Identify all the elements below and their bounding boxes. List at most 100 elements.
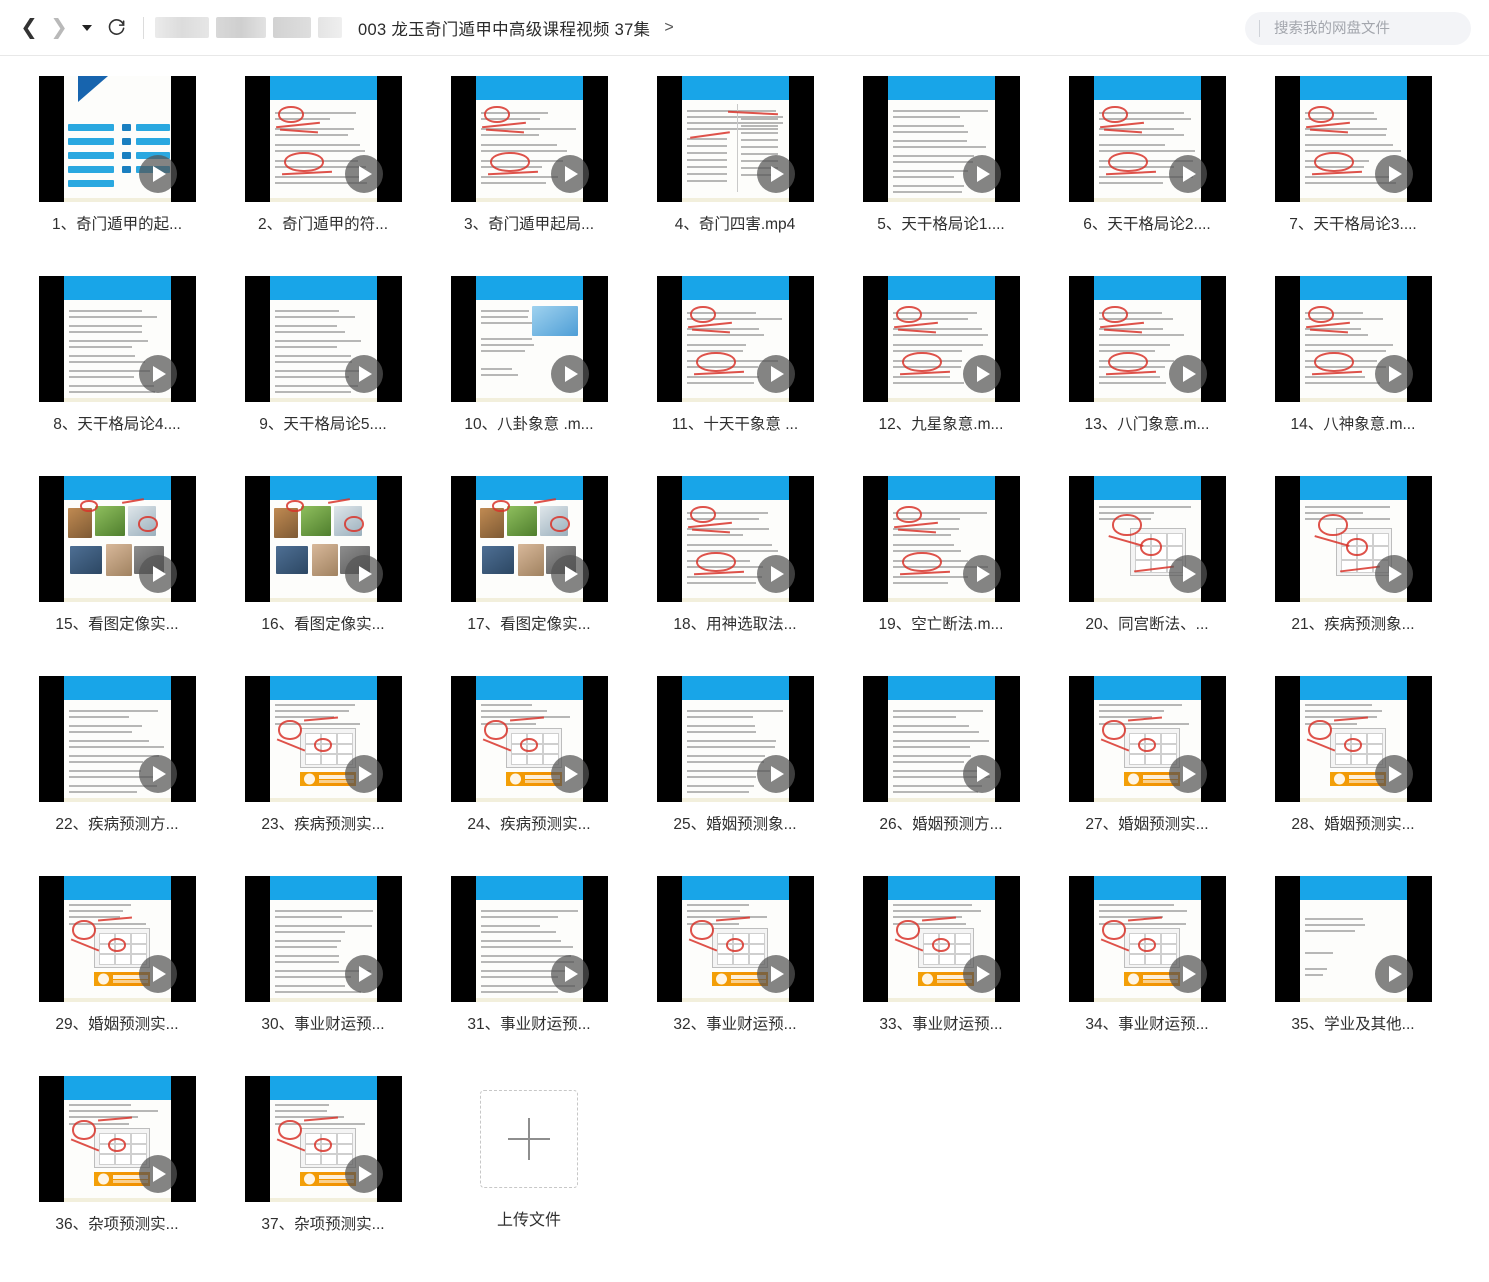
video-thumbnail[interactable] [245,1076,402,1202]
file-name-label[interactable]: 11、十天干象意 ... [647,414,823,436]
file-item[interactable]: 9、天干格局论5.... [220,270,426,470]
play-icon[interactable] [1375,155,1413,193]
play-icon[interactable] [139,155,177,193]
file-name-label[interactable]: 21、疾病预测象... [1265,614,1441,636]
file-name-label[interactable]: 23、疾病预测实... [235,814,411,836]
play-icon[interactable] [1169,555,1207,593]
play-icon[interactable] [551,555,589,593]
play-icon[interactable] [345,1155,383,1193]
play-icon[interactable] [757,755,795,793]
play-icon[interactable] [139,355,177,393]
search-input[interactable] [1272,20,1457,38]
file-item[interactable]: 30、事业财运预... [220,870,426,1070]
play-icon[interactable] [551,755,589,793]
file-item[interactable]: 6、天干格局论2.... [1044,70,1250,270]
file-name-label[interactable]: 28、婚姻预测实... [1265,814,1441,836]
search-box[interactable] [1245,12,1471,45]
file-name-label[interactable]: 10、八卦象意 .m... [441,414,617,436]
file-name-label[interactable]: 1、奇门遁甲的起... [29,214,205,236]
file-name-label[interactable]: 8、天干格局论4.... [29,414,205,436]
file-name-label[interactable]: 30、事业财运预... [235,1014,411,1036]
video-thumbnail[interactable] [39,1076,196,1202]
file-item[interactable]: 11、十天干象意 ... [632,270,838,470]
file-name-label[interactable]: 33、事业财运预... [853,1014,1029,1036]
play-icon[interactable] [963,955,1001,993]
file-item[interactable]: 20、同宫断法、... [1044,470,1250,670]
video-thumbnail[interactable] [1275,476,1432,602]
file-item[interactable]: 16、看图定像实... [220,470,426,670]
play-icon[interactable] [1375,755,1413,793]
file-name-label[interactable]: 35、学业及其他... [1265,1014,1441,1036]
file-item[interactable]: 26、婚姻预测方... [838,670,1044,870]
play-icon[interactable] [963,355,1001,393]
play-icon[interactable] [1169,955,1207,993]
file-name-label[interactable]: 18、用神选取法... [647,614,823,636]
video-thumbnail[interactable] [451,876,608,1002]
file-item[interactable]: 35、学业及其他... [1250,870,1456,1070]
video-thumbnail[interactable] [245,876,402,1002]
file-name-label[interactable]: 15、看图定像实... [29,614,205,636]
file-name-label[interactable]: 5、天干格局论1.... [853,214,1029,236]
play-icon[interactable] [139,555,177,593]
video-thumbnail[interactable] [657,676,814,802]
video-thumbnail[interactable] [863,676,1020,802]
play-icon[interactable] [551,955,589,993]
file-name-label[interactable]: 4、奇门四害.mp4 [647,214,823,236]
play-icon[interactable] [757,155,795,193]
video-thumbnail[interactable] [39,476,196,602]
back-icon[interactable]: ❮ [14,13,44,43]
breadcrumb-current-folder[interactable]: 003 龙玉奇门遁甲中高级课程视频 37集 [358,16,650,40]
upload-label[interactable]: 上传文件 [497,1206,561,1230]
file-item[interactable]: 5、天干格局论1.... [838,70,1044,270]
file-name-label[interactable]: 29、婚姻预测实... [29,1014,205,1036]
file-name-label[interactable]: 14、八神象意.m... [1265,414,1441,436]
play-icon[interactable] [1375,555,1413,593]
video-thumbnail[interactable] [245,676,402,802]
video-thumbnail[interactable] [1069,476,1226,602]
file-name-label[interactable]: 17、看图定像实... [441,614,617,636]
play-icon[interactable] [345,555,383,593]
file-item[interactable]: 31、事业财运预... [426,870,632,1070]
breadcrumb-path-redacted[interactable] [155,17,342,38]
file-item[interactable]: 18、用神选取法... [632,470,838,670]
breadcrumb-chevron-right-icon[interactable]: > [664,19,673,37]
video-thumbnail[interactable] [863,276,1020,402]
video-thumbnail[interactable] [39,676,196,802]
file-item[interactable]: 17、看图定像实... [426,470,632,670]
file-item[interactable]: 7、天干格局论3.... [1250,70,1456,270]
video-thumbnail[interactable] [1275,876,1432,1002]
video-thumbnail[interactable] [863,476,1020,602]
play-icon[interactable] [345,755,383,793]
file-item[interactable]: 12、九星象意.m... [838,270,1044,470]
file-item[interactable]: 15、看图定像实... [14,470,220,670]
file-item[interactable]: 37、杂项预测实... [220,1070,426,1270]
play-icon[interactable] [139,1155,177,1193]
play-icon[interactable] [757,955,795,993]
file-name-label[interactable]: 36、杂项预测实... [29,1214,205,1236]
play-icon[interactable] [757,555,795,593]
video-thumbnail[interactable] [451,276,608,402]
video-thumbnail[interactable] [1069,676,1226,802]
file-item[interactable]: 25、婚姻预测象... [632,670,838,870]
video-thumbnail[interactable] [1275,676,1432,802]
play-icon[interactable] [757,355,795,393]
file-name-label[interactable]: 27、婚姻预测实... [1059,814,1235,836]
video-thumbnail[interactable] [1069,876,1226,1002]
video-thumbnail[interactable] [657,476,814,602]
file-item[interactable]: 3、奇门遁甲起局... [426,70,632,270]
file-item[interactable]: 27、婚姻预测实... [1044,670,1250,870]
file-item[interactable]: 24、疾病预测实... [426,670,632,870]
video-thumbnail[interactable] [657,76,814,202]
file-item[interactable]: 28、婚姻预测实... [1250,670,1456,870]
play-icon[interactable] [551,155,589,193]
refresh-icon[interactable] [100,13,132,43]
play-icon[interactable] [551,355,589,393]
file-item[interactable]: 29、婚姻预测实... [14,870,220,1070]
file-name-label[interactable]: 6、天干格局论2.... [1059,214,1235,236]
upload-dropzone[interactable] [480,1090,578,1188]
file-name-label[interactable]: 31、事业财运预... [441,1014,617,1036]
file-name-label[interactable]: 22、疾病预测方... [29,814,205,836]
file-name-label[interactable]: 25、婚姻预测象... [647,814,823,836]
play-icon[interactable] [1375,355,1413,393]
video-thumbnail[interactable] [451,76,608,202]
